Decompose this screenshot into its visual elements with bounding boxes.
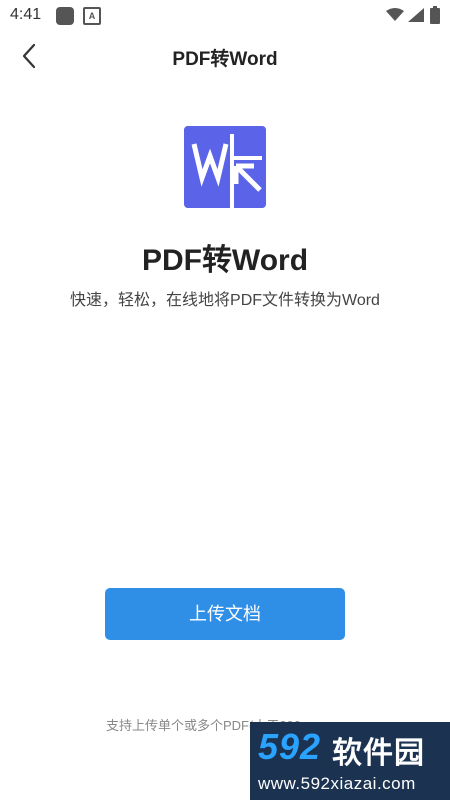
upload-document-button[interactable]: 上传文档 (105, 588, 345, 640)
battery-icon (430, 6, 440, 24)
watermark-brand: 软件园 (332, 737, 425, 770)
main-subtitle: 快速，轻松，在线地将PDF文件转换为Word (70, 292, 380, 309)
status-time: 4:41 (10, 6, 42, 23)
app-bar: PDF转Word (0, 30, 450, 82)
app-notification-icon: A (83, 7, 101, 25)
wifi-icon (386, 8, 404, 21)
status-bar: 4:41 A (0, 0, 450, 30)
watermark-number: 592 (258, 726, 322, 767)
watermark-url: www.592xiazai.com (258, 774, 416, 793)
main-headline: PDF转Word (141, 244, 309, 277)
signal-icon (408, 8, 424, 22)
watermark: 592 软件园 www.592xiazai.com (250, 722, 450, 800)
pdf-to-word-logo-icon (184, 126, 266, 208)
notification-icon (56, 7, 74, 25)
page-title: PDF转Word (172, 49, 278, 70)
